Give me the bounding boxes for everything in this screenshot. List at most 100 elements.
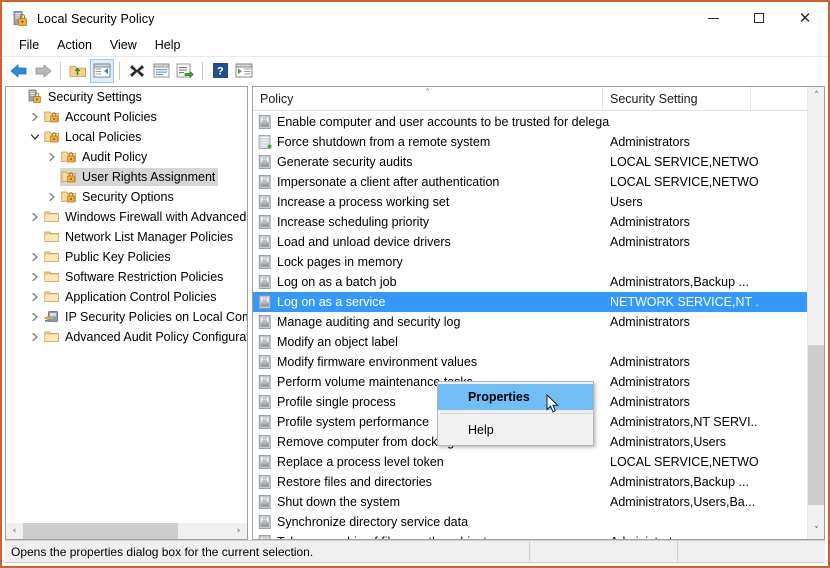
- export-list-icon[interactable]: [173, 59, 197, 83]
- svg-text:010: 010: [262, 279, 267, 283]
- policy-row[interactable]: 10 010 Modify an object label: [253, 332, 807, 352]
- tree-hscroll-thumb[interactable]: [23, 522, 179, 539]
- tree-item-label: User Rights Assignment: [82, 170, 216, 184]
- policy-row[interactable]: 10 010 Replace a process level token LOCAL …: [253, 452, 807, 472]
- folder-up-icon[interactable]: [66, 59, 90, 83]
- policy-name: Manage auditing and security log: [277, 315, 461, 329]
- policy-binary-icon: 10010: [257, 514, 273, 530]
- tree-item-audit-policy[interactable]: Audit Policy: [6, 147, 247, 167]
- policy-row[interactable]: 10010 Take ownership of files or other ob…: [253, 532, 807, 539]
- svg-text:010: 010: [262, 159, 267, 163]
- policy-row[interactable]: 10 010 Increase a process working set Users: [253, 192, 807, 212]
- policy-row[interactable]: Force shutdown from a remote system Admin…: [253, 132, 807, 152]
- tree-item-account-policies[interactable]: Account Policies: [6, 107, 247, 127]
- console-tree[interactable]: Security Settings Account Policies Local P…: [6, 87, 247, 522]
- policy-row[interactable]: 10 010 Lock pages in memory: [253, 252, 807, 272]
- minimize-button[interactable]: [690, 2, 736, 34]
- scroll-down-icon[interactable]: ˅: [808, 522, 824, 539]
- tree-item-content: User Rights Assignment: [60, 168, 219, 186]
- column-header-policy[interactable]: Policy ˄: [253, 87, 603, 111]
- console-tree-icon[interactable]: [90, 58, 114, 83]
- tree-horizontal-scrollbar[interactable]: ‹ ›: [6, 522, 247, 539]
- help-question-icon[interactable]: ?: [208, 59, 232, 83]
- policy-binary-icon: 10010: [257, 234, 273, 250]
- folder-icon: [44, 289, 60, 305]
- chevron-right-icon[interactable]: [44, 149, 60, 165]
- tree-hscroll-track[interactable]: [23, 522, 230, 539]
- menu-help[interactable]: Help: [146, 36, 190, 55]
- maximize-button[interactable]: [736, 2, 782, 34]
- chevron-right-icon[interactable]: [27, 309, 43, 325]
- policy-security-setting: Administrators,Users: [610, 435, 726, 449]
- context-menu-separator: [440, 413, 591, 414]
- chevron-right-icon[interactable]: [27, 269, 43, 285]
- policy-row[interactable]: 10 010 Log on as a service NETWORK SERVICE,…: [253, 292, 807, 312]
- tree-item-ip-security-policies-on-local-compute[interactable]: IP Security Policies on Local Compute: [6, 307, 247, 327]
- scroll-up-icon[interactable]: ˄: [808, 87, 824, 104]
- policy-row[interactable]: 10 010 Load and unload device drivers Admin…: [253, 232, 807, 252]
- close-button[interactable]: ✕: [782, 2, 828, 34]
- policy-row[interactable]: 10 010 Synchronize directory service data: [253, 512, 807, 532]
- chevron-right-icon[interactable]: [44, 189, 60, 205]
- chevron-right-icon[interactable]: [27, 109, 43, 125]
- column-header-extra[interactable]: [751, 87, 809, 111]
- policy-security-setting: Administrators: [610, 315, 690, 329]
- tree-item-software-restriction-policies[interactable]: Software Restriction Policies: [6, 267, 247, 287]
- column-header-security-setting[interactable]: Security Setting: [603, 87, 751, 111]
- tree-item-user-rights-assignment[interactable]: User Rights Assignment: [6, 167, 247, 187]
- menu-view[interactable]: View: [101, 36, 146, 55]
- column-header-policy-label: Policy: [260, 92, 294, 106]
- policy-row[interactable]: 10 010 Manage auditing and security log Adm…: [253, 312, 807, 332]
- policy-row[interactable]: 10 010 Impersonate a client after authenti…: [253, 172, 807, 192]
- tree-item-advanced-audit-policy-configuration[interactable]: Advanced Audit Policy Configuration: [6, 327, 247, 347]
- chevron-down-icon[interactable]: [27, 129, 43, 145]
- tree-item-security-options[interactable]: Security Options: [6, 187, 247, 207]
- console-tree-panel: Security Settings Account Policies Local P…: [5, 86, 248, 540]
- delete-x-icon[interactable]: [125, 59, 149, 83]
- menu-action[interactable]: Action: [48, 36, 101, 55]
- policy-row[interactable]: 10 010 Modify firmware environment values A…: [253, 352, 807, 372]
- policy-list[interactable]: 10 010 Enable computer and user accounts t…: [253, 112, 807, 539]
- tree-item-content: Application Control Policies: [43, 288, 219, 306]
- chevron-right-icon[interactable]: [27, 249, 43, 265]
- forward-arrow-icon[interactable]: [31, 59, 55, 83]
- expander-placeholder: [10, 89, 26, 105]
- chevron-right-icon[interactable]: [27, 329, 43, 345]
- policy-row[interactable]: 10 010 Restore files and directories Admini…: [253, 472, 807, 492]
- menu-file[interactable]: File: [10, 36, 48, 55]
- tree-item-local-policies[interactable]: Local Policies: [6, 127, 247, 147]
- policy-row[interactable]: 10 010 Generate security audits LOCAL SERVI…: [253, 152, 807, 172]
- chevron-right-icon[interactable]: [27, 289, 43, 305]
- tree-item-label: Windows Firewall with Advanced Secu: [65, 210, 247, 224]
- column-header-security-setting-label: Security Setting: [610, 92, 698, 106]
- policy-binary-icon: 10010: [257, 494, 273, 510]
- policy-security-setting: Administrators,Users,Ba...: [610, 495, 756, 509]
- tree-item-content: Audit Policy: [60, 148, 150, 166]
- context-menu-item-properties[interactable]: Properties: [438, 384, 593, 410]
- tree-item-label: Application Control Policies: [65, 290, 217, 304]
- window-title: Local Security Policy: [37, 11, 155, 26]
- tree-item-public-key-policies[interactable]: Public Key Policies: [6, 247, 247, 267]
- tree-item-network-list-manager-policies[interactable]: Network List Manager Policies: [6, 227, 247, 247]
- policy-binary-icon: 10010: [257, 454, 273, 470]
- policy-row[interactable]: 10 010 Increase scheduling priority Adminis…: [253, 212, 807, 232]
- filter-window-icon[interactable]: [232, 59, 256, 83]
- back-arrow-icon[interactable]: [7, 59, 31, 83]
- scroll-left-icon[interactable]: ‹: [6, 523, 23, 540]
- tree-item-windows-firewall-with-advanced-secu[interactable]: Windows Firewall with Advanced Secu: [6, 207, 247, 227]
- policy-row[interactable]: 10 010 Shut down the system Administrators,…: [253, 492, 807, 512]
- chevron-right-icon[interactable]: [27, 209, 43, 225]
- tree-item-security-settings[interactable]: Security Settings: [6, 87, 247, 107]
- policy-row[interactable]: 10 010 Enable computer and user accounts t…: [253, 112, 807, 132]
- expander-placeholder: [27, 229, 43, 245]
- svg-text:010: 010: [262, 359, 267, 363]
- tree-item-application-control-policies[interactable]: Application Control Policies: [6, 287, 247, 307]
- tree-item-content: Local Policies: [43, 128, 144, 146]
- policy-row[interactable]: 10 010 Log on as a batch job Administrators…: [253, 272, 807, 292]
- scroll-right-icon[interactable]: ›: [230, 523, 247, 540]
- context-menu-item-help[interactable]: Help: [438, 417, 593, 443]
- list-vscroll-thumb[interactable]: [808, 345, 824, 505]
- policy-binary-icon: 10010: [257, 414, 273, 430]
- list-vertical-scrollbar[interactable]: ˄ ˅: [807, 87, 824, 539]
- properties-icon[interactable]: [149, 59, 173, 83]
